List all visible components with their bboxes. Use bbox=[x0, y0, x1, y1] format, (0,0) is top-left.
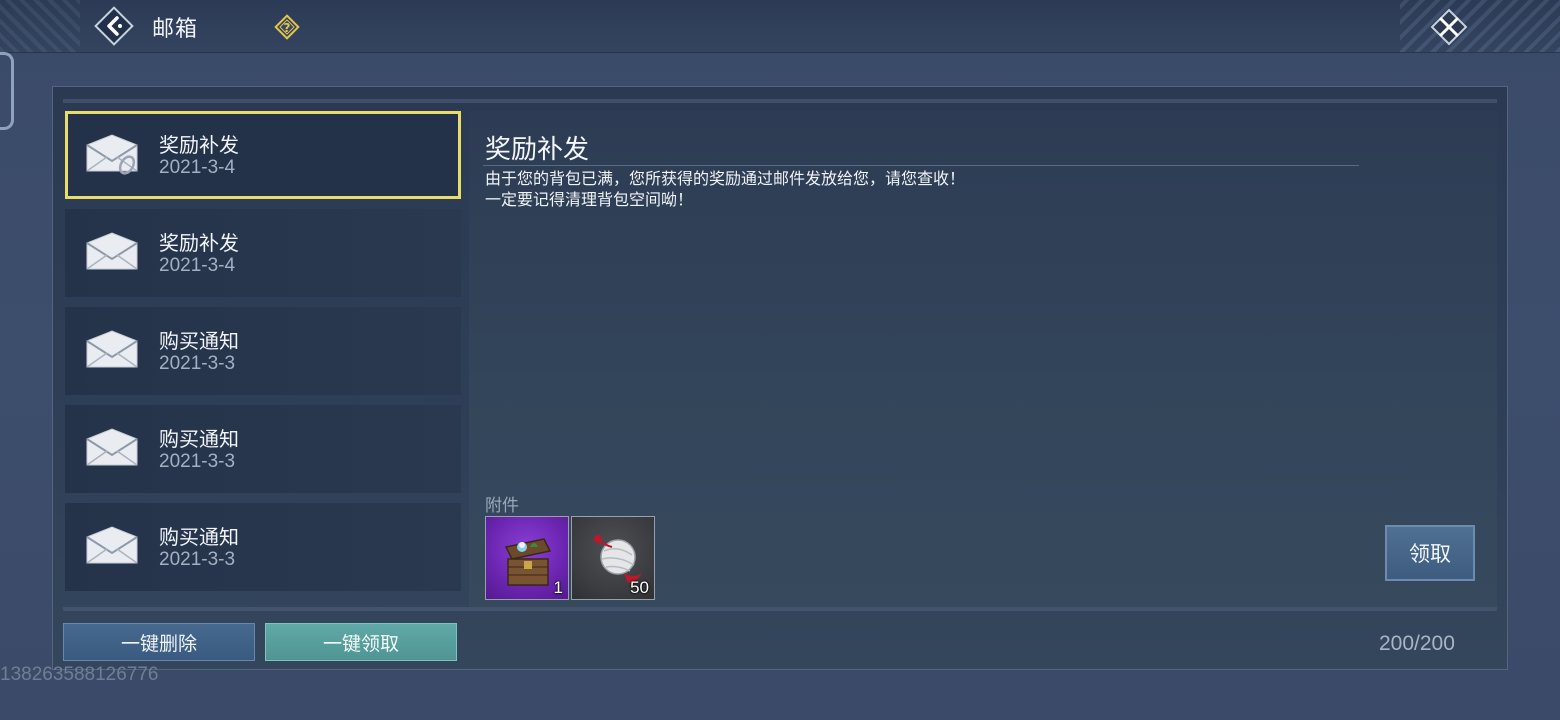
top-bar: 邮箱 ? bbox=[0, 0, 1560, 53]
mail-title: 奖励补发 bbox=[159, 135, 239, 157]
envelope-with-attachment-icon bbox=[86, 134, 138, 175]
envelope-icon bbox=[86, 232, 138, 270]
corner-decoration bbox=[0, 0, 80, 52]
envelope-icon bbox=[86, 330, 138, 368]
divider bbox=[63, 99, 1497, 103]
mail-title: 购买通知 bbox=[159, 429, 239, 451]
mail-date: 2021-3-4 bbox=[159, 157, 236, 178]
claim-button[interactable]: 领取 bbox=[1385, 525, 1475, 581]
mail-item[interactable]: 购买通知 2021-3-3 bbox=[65, 307, 461, 395]
mail-body: 由于您的背包已满，您所获得的奖励通过邮件发放给您，请您查收！ 一定要记得清理背包… bbox=[485, 169, 965, 211]
envelope-icon bbox=[86, 526, 138, 564]
mail-body-line: 由于您的背包已满，您所获得的奖励通过邮件发放给您，请您查收！ bbox=[485, 171, 966, 188]
mail-title: 购买通知 bbox=[159, 527, 239, 549]
mail-date: 2021-3-3 bbox=[159, 549, 236, 570]
mail-detail-title: 奖励补发 bbox=[485, 134, 590, 164]
mail-item-selected[interactable]: 奖励补发 2021-3-4 bbox=[65, 111, 461, 199]
mail-date: 2021-3-3 bbox=[159, 451, 236, 472]
attachment-slot[interactable]: 50 bbox=[571, 516, 655, 600]
attachment-slot[interactable]: 1 bbox=[485, 516, 569, 600]
delete-all-button[interactable]: 一键删除 bbox=[63, 623, 255, 661]
attachment-quantity: 1 bbox=[553, 578, 563, 597]
mail-body-line: 一定要记得清理背包空间呦！ bbox=[485, 192, 694, 209]
mail-item[interactable]: 奖励补发 2021-3-4 bbox=[65, 209, 461, 297]
mail-item[interactable]: 购买通知 2021-3-3 bbox=[65, 405, 461, 493]
attachment-quantity: 50 bbox=[630, 578, 649, 597]
divider bbox=[483, 165, 1359, 166]
mail-title: 购买通知 bbox=[159, 331, 239, 353]
watermark: 13826358812677​6 bbox=[0, 664, 159, 685]
mail-date: 2021-3-3 bbox=[159, 353, 236, 374]
mailbox-panel: 奖励补发 2021-3-4 奖励补发 2021-3-4 购买通知 2021-3-… bbox=[52, 86, 1508, 670]
back-button[interactable] bbox=[92, 4, 136, 48]
claim-all-button[interactable]: 一键领取 bbox=[265, 623, 457, 661]
back-arrow-icon bbox=[107, 16, 122, 36]
side-decoration bbox=[0, 52, 14, 130]
envelope-icon bbox=[86, 428, 138, 466]
help-icon[interactable]: ? bbox=[272, 12, 302, 42]
corner-decoration bbox=[1400, 0, 1560, 52]
mail-item[interactable]: 购买通知 2021-3-3 bbox=[65, 503, 461, 591]
mail-date: 2021-3-4 bbox=[159, 255, 236, 276]
svg-text:?: ? bbox=[284, 21, 291, 35]
mail-title: 奖励补发 bbox=[159, 233, 239, 255]
mail-list[interactable]: 奖励补发 2021-3-4 奖励补发 2021-3-4 购买通知 2021-3-… bbox=[63, 109, 461, 603]
page-title: 邮箱 bbox=[152, 16, 199, 41]
mail-count: 200/200 bbox=[1379, 632, 1455, 655]
mail-detail: 奖励补发 由于您的背包已满，您所获得的奖励通过邮件发放给您，请您查收！ 一定要记… bbox=[469, 111, 1497, 607]
attachments-label: 附件 bbox=[485, 496, 519, 515]
close-icon[interactable] bbox=[1426, 4, 1472, 50]
divider bbox=[63, 607, 1497, 611]
